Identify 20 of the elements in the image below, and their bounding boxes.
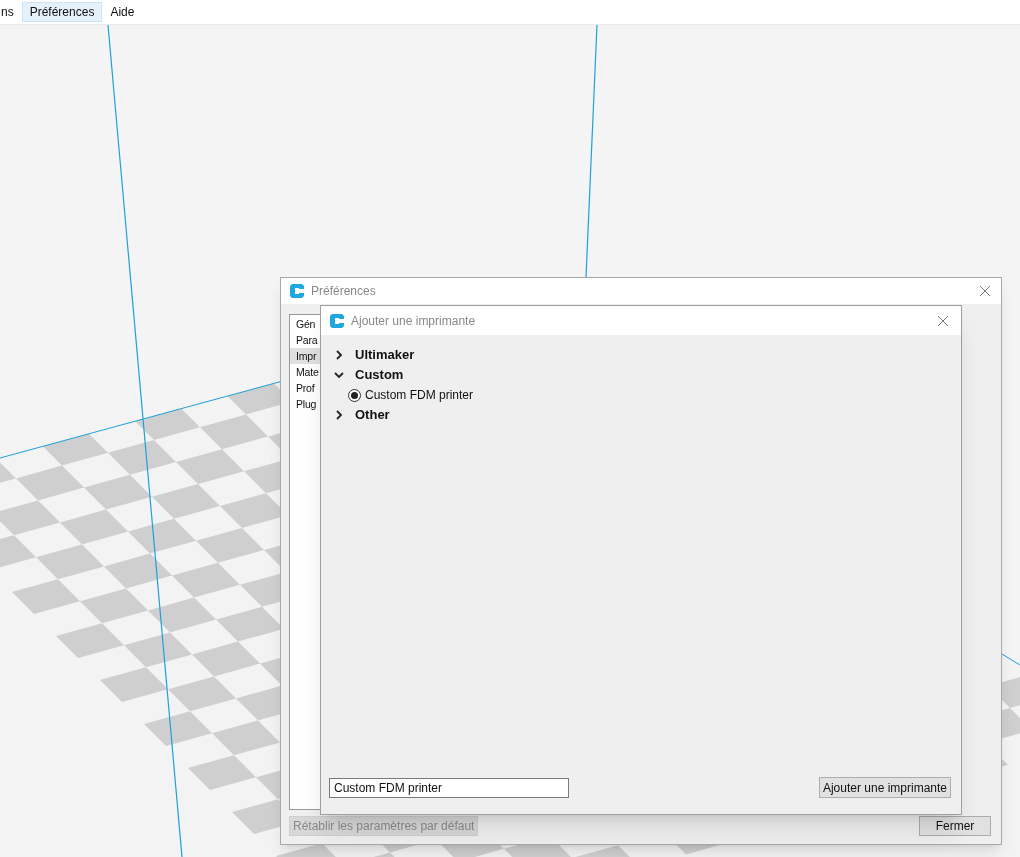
window-title: Ajouter une imprimante [351, 312, 477, 330]
close-dialog-button[interactable]: Fermer [919, 816, 991, 836]
app-logo-icon [329, 312, 345, 329]
chevron-right-icon [334, 350, 344, 360]
printer-name-field[interactable]: Custom FDM printer [329, 777, 569, 798]
radio-icon[interactable] [348, 388, 361, 402]
tree-group[interactable]: Ultimaker [334, 345, 961, 365]
close-icon [937, 314, 949, 327]
window-title: Préférences [311, 283, 377, 300]
tree-group[interactable]: Other [334, 405, 961, 425]
chevron-down-icon [334, 370, 344, 380]
app-logo-icon [289, 283, 305, 299]
menu-item[interactable]: Préférences [21, 2, 103, 22]
menu-item[interactable]: ns [0, 2, 22, 22]
close-icon [979, 285, 991, 297]
tree-group[interactable]: Custom [334, 365, 961, 385]
menu-item[interactable]: Aide [102, 2, 143, 22]
printer-option[interactable]: Custom FDM printer [348, 385, 961, 405]
chevron-right-icon [334, 410, 344, 420]
add-printer-button[interactable]: Ajouter une imprimante [818, 777, 951, 798]
